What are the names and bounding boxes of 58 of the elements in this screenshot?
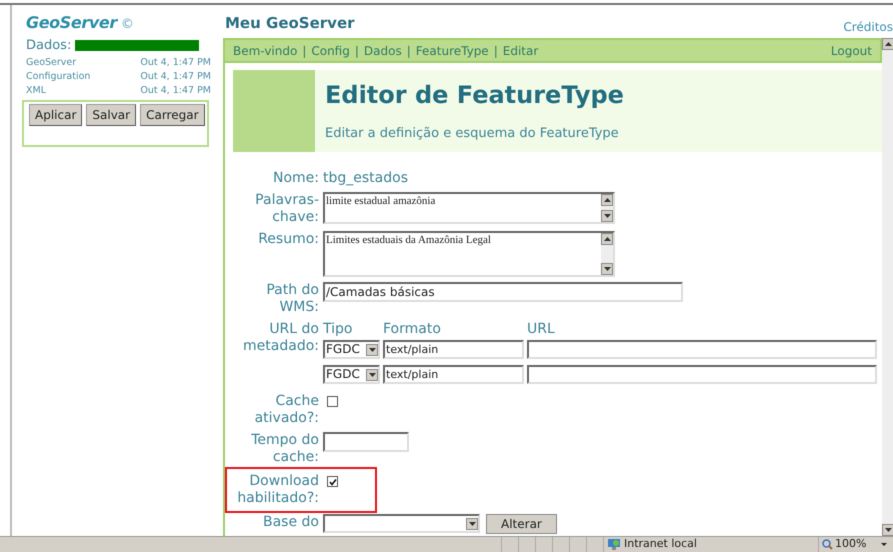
zone-label: Intranet local (624, 536, 697, 552)
checkbox[interactable] (327, 476, 338, 487)
input-field[interactable] (527, 365, 877, 384)
action-button[interactable]: Aplicar (29, 104, 82, 126)
input-field[interactable]: /Camadas básicas (323, 282, 683, 302)
change-button[interactable]: Alterar (486, 514, 557, 534)
scroll-down-icon[interactable] (882, 524, 893, 536)
logo: GeoServer (26, 12, 117, 34)
column-header: URL (527, 321, 555, 338)
config-item: XML (26, 84, 46, 98)
separator: | (302, 42, 306, 60)
input-field[interactable]: text/plain (383, 365, 524, 384)
select-field[interactable] (323, 514, 480, 533)
column-header: Tipo (323, 321, 354, 338)
input-field[interactable] (323, 432, 409, 452)
field-label: Base do (262, 514, 319, 531)
field-label: URL do metadado: (242, 321, 319, 355)
field-label: Tempo do cache: (250, 432, 319, 466)
field-label: Cache ativado?: (254, 393, 319, 427)
scroll-down-icon[interactable] (601, 263, 613, 275)
field-label: Path do WMS: (265, 282, 319, 316)
credits-link[interactable]: Créditos (843, 18, 893, 38)
config-item: Configuration (26, 70, 90, 84)
scroll-up-icon[interactable] (601, 194, 613, 206)
type-select[interactable]: FGDC (323, 365, 380, 384)
separator: | (354, 42, 359, 60)
timestamp: Out 4, 1:47 PM (140, 84, 211, 98)
zoom-icon (822, 539, 833, 550)
field-label: Resumo: (257, 231, 319, 248)
scroll-up-icon[interactable] (601, 233, 613, 245)
input-field[interactable]: text/plain (383, 340, 524, 359)
dropdown-arrow-icon[interactable] (881, 543, 887, 546)
zoom-level: 100% (835, 536, 866, 552)
action-button[interactable]: Carregar (140, 104, 205, 126)
input-field[interactable] (527, 340, 877, 359)
separator: | (494, 42, 498, 60)
separator: | (406, 42, 411, 60)
type-select[interactable]: FGDC (323, 340, 380, 359)
site-title: Meu GeoServer (224, 12, 355, 34)
column-header: Formato (383, 321, 442, 338)
action-button[interactable]: Salvar (86, 104, 136, 126)
field-value: tbg_estados (323, 170, 409, 187)
scroll-down-icon[interactable] (601, 210, 613, 222)
scroll-up-icon[interactable] (882, 38, 893, 50)
text-area[interactable]: limite estadual amazônia (323, 192, 615, 224)
timestamp: Out 4, 1:47 PM (140, 56, 211, 70)
page-title: Editor de FeatureType (325, 80, 624, 110)
text-area[interactable]: Limites estaduais da Amazônia Legal (323, 231, 615, 277)
page-subtitle: Editar a definição e esquema do FeatureType (325, 125, 620, 143)
checkbox[interactable] (327, 396, 338, 407)
config-item: GeoServer (26, 56, 76, 70)
network-icon (607, 538, 621, 551)
timestamp: Out 4, 1:47 PM (140, 70, 211, 84)
field-label: Palavras-chave: (254, 192, 319, 226)
field-label: Nome: (272, 170, 319, 187)
field-label: Download habilitado?: (236, 473, 319, 507)
copyright-mark: © (120, 16, 134, 34)
data-label: Dados: (26, 37, 72, 55)
